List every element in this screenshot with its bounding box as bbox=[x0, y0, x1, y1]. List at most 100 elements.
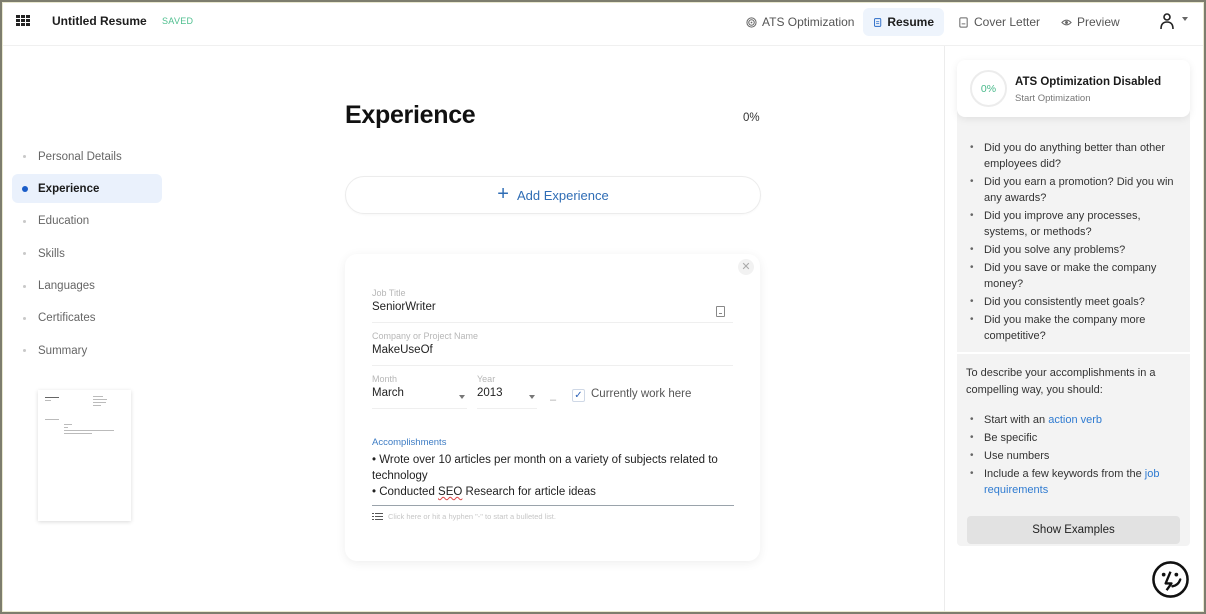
add-experience-label: Add Experience bbox=[516, 187, 609, 203]
panel-divider bbox=[944, 46, 945, 614]
currently-work-here-checkbox[interactable]: ✓ bbox=[572, 389, 585, 402]
plus-icon: + bbox=[497, 183, 509, 205]
company-label: Company or Project Name bbox=[372, 331, 479, 341]
section-title: Experience bbox=[345, 101, 476, 129]
tab-label: Preview bbox=[1077, 15, 1120, 29]
chevron-down-icon bbox=[529, 395, 535, 399]
tip-text: Start with an bbox=[984, 414, 1049, 426]
tips-panel: the results? For example: Did you do any… bbox=[957, 105, 1190, 546]
question-item: Did you save or make the company money? bbox=[957, 260, 1183, 292]
questions-section: the results? For example: Did you do any… bbox=[957, 105, 1190, 354]
sidebar-item-languages[interactable]: Languages bbox=[12, 272, 162, 301]
show-examples-button[interactable]: Show Examples bbox=[967, 516, 1180, 544]
tip-item: Use numbers bbox=[957, 448, 1183, 464]
top-bar: Untitled Resume SAVED ATS Optimization R… bbox=[0, 0, 1206, 46]
sidebar-item-experience[interactable]: Experience bbox=[12, 174, 162, 204]
question-item: Did you make the company more competitiv… bbox=[957, 312, 1183, 344]
text-segment: • Conducted bbox=[372, 486, 439, 498]
month-label: Month bbox=[372, 374, 398, 384]
list-icon bbox=[372, 512, 383, 521]
grid-icon[interactable] bbox=[16, 15, 30, 28]
bullet-icon bbox=[23, 252, 26, 256]
describe-intro: To describe your accomplishments in a co… bbox=[966, 367, 1156, 396]
bullet-icon bbox=[23, 316, 26, 320]
sidebar-item-label: Education bbox=[38, 215, 90, 228]
experience-entry-card: ✕ Job Title SeniorWriter Company or Proj… bbox=[345, 254, 760, 561]
question-item: Did you solve any problems? bbox=[957, 242, 1183, 258]
tab-ats-optimization[interactable]: ATS Optimization bbox=[736, 8, 864, 36]
tip-item: Start with an action verb bbox=[957, 412, 1183, 428]
ats-title: ATS Optimization Disabled bbox=[1015, 76, 1162, 88]
document-title[interactable]: Untitled Resume bbox=[52, 14, 147, 28]
bullet-icon bbox=[23, 349, 26, 353]
year-label: Year bbox=[477, 374, 496, 384]
bullet-icon bbox=[22, 186, 28, 193]
resume-thumbnail[interactable] bbox=[38, 390, 131, 521]
suggestion-icon[interactable] bbox=[716, 306, 725, 317]
bullet-icon bbox=[23, 155, 26, 158]
year-value: 2013 bbox=[477, 387, 503, 399]
month-value: March bbox=[372, 387, 404, 399]
accomplishment-line: • Wrote over 10 articles per month on a … bbox=[372, 454, 718, 482]
bullet-icon bbox=[23, 219, 26, 223]
sidebar-item-label: Skills bbox=[38, 247, 65, 260]
section-progress: 0% bbox=[743, 112, 760, 124]
tip-item: Include a few keywords from the job requ… bbox=[957, 466, 1183, 498]
eye-icon bbox=[1061, 19, 1072, 25]
year-select[interactable]: Year 2013 bbox=[477, 374, 537, 409]
sidebar-item-summary[interactable]: Summary bbox=[12, 336, 162, 365]
date-range-dash: – bbox=[550, 394, 557, 406]
chat-support-icon[interactable] bbox=[1151, 560, 1190, 599]
job-title-label: Job Title bbox=[372, 288, 406, 298]
sidebar-item-label: Experience bbox=[38, 182, 100, 195]
add-experience-button[interactable]: + Add Experience bbox=[345, 176, 761, 214]
question-item: Did you do anything better than other em… bbox=[957, 140, 1183, 172]
section-nav: Personal Details Experience Education Sk… bbox=[12, 142, 162, 369]
accomplishment-line: • Conducted SEO Research for article ide… bbox=[372, 484, 734, 500]
company-input[interactable]: MakeUseOf bbox=[372, 343, 733, 360]
sidebar-item-certificates[interactable]: Certificates bbox=[12, 304, 162, 333]
sidebar-item-personal-details[interactable]: Personal Details bbox=[12, 142, 162, 171]
start-optimization-link[interactable]: Start Optimization bbox=[1015, 93, 1091, 104]
sidebar-item-skills[interactable]: Skills bbox=[12, 239, 162, 268]
save-status: SAVED bbox=[162, 16, 194, 26]
bullet-icon bbox=[23, 284, 26, 288]
hint-text: Click here or hit a hyphen "-" to start … bbox=[388, 512, 556, 521]
tab-label: ATS Optimization bbox=[762, 15, 855, 29]
accomplishments-textarea[interactable]: • Wrote over 10 articles per month on a … bbox=[372, 452, 734, 506]
document-icon bbox=[874, 17, 882, 27]
tip-item: Be specific bbox=[957, 430, 1183, 446]
question-item: Did you earn a promotion? Did you win an… bbox=[957, 174, 1183, 206]
sidebar-item-label: Certificates bbox=[38, 312, 96, 325]
job-title-field[interactable]: Job Title SeniorWriter bbox=[372, 288, 733, 323]
spellcheck-flagged-word[interactable]: SEO bbox=[438, 486, 462, 498]
user-icon[interactable] bbox=[1158, 12, 1176, 30]
chevron-down-icon bbox=[459, 395, 465, 399]
question-item: Did you improve any processes, systems, … bbox=[957, 208, 1183, 240]
job-title-input[interactable]: SeniorWriter bbox=[372, 300, 733, 317]
chevron-down-icon[interactable] bbox=[1182, 17, 1188, 21]
month-select[interactable]: Month March bbox=[372, 374, 467, 409]
currently-work-here-label[interactable]: Currently work here bbox=[591, 388, 691, 400]
tab-label: Cover Letter bbox=[974, 15, 1041, 29]
tab-label: Resume bbox=[887, 15, 934, 29]
sidebar-item-label: Personal Details bbox=[38, 150, 122, 163]
bullet-list-hint[interactable]: Click here or hit a hyphen "-" to start … bbox=[372, 512, 556, 521]
company-field[interactable]: Company or Project Name MakeUseOf bbox=[372, 331, 733, 366]
tip-text: Include a few keywords from the bbox=[984, 468, 1145, 480]
target-icon bbox=[746, 16, 757, 28]
close-icon[interactable]: ✕ bbox=[738, 259, 754, 275]
tab-preview[interactable]: Preview bbox=[1051, 8, 1130, 36]
sidebar-item-label: Languages bbox=[38, 280, 95, 293]
sidebar-item-label: Summary bbox=[38, 344, 88, 357]
question-item: Did you consistently meet goals? bbox=[957, 294, 1183, 310]
letter-icon bbox=[959, 16, 968, 28]
tab-resume[interactable]: Resume bbox=[863, 8, 944, 36]
sidebar-item-education[interactable]: Education bbox=[12, 207, 162, 236]
action-verb-link[interactable]: action verb bbox=[1048, 414, 1102, 426]
tab-cover-letter[interactable]: Cover Letter bbox=[948, 8, 1050, 36]
text-segment: Research for article ideas bbox=[462, 486, 596, 498]
ats-score-ring: 0% bbox=[970, 70, 1007, 107]
accomplishments-label: Accomplishments bbox=[372, 437, 447, 448]
ats-status-card[interactable]: 0% ATS Optimization Disabled Start Optim… bbox=[957, 60, 1190, 117]
